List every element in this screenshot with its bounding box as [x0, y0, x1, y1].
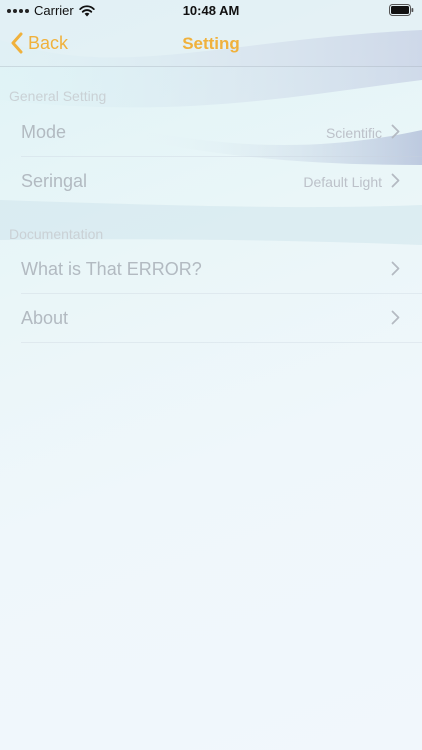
settings-row-about[interactable]: About: [0, 294, 422, 343]
chevron-right-icon: [391, 261, 400, 276]
section-header-label: Documentation: [9, 226, 104, 242]
row-value: Scientific: [325, 125, 382, 141]
section-header-general: General Setting: [0, 66, 422, 110]
settings-row-what-is-that-error[interactable]: What is That ERROR?: [0, 245, 422, 294]
settings-row-seringal[interactable]: Seringal Default Light: [0, 157, 422, 206]
chevron-right-icon: [391, 173, 400, 188]
row-label: Seringal: [21, 171, 88, 191]
row-label: About: [21, 308, 69, 328]
row-separator: [21, 342, 422, 343]
battery-icon: [389, 4, 414, 16]
status-time: 10:48 AM: [182, 3, 240, 18]
chevron-right-icon: [391, 310, 400, 325]
navigation-bar: Back Setting: [0, 22, 422, 67]
row-value: Default Light: [303, 174, 382, 190]
section-header-documentation: Documentation: [0, 204, 422, 248]
page-title: Setting: [182, 34, 240, 53]
settings-row-mode[interactable]: Mode Scientific: [0, 108, 422, 157]
section-header-label: General Setting: [9, 88, 107, 104]
row-label: What is That ERROR?: [21, 259, 202, 279]
status-bar: Carrier 10:48 AM: [0, 0, 422, 22]
row-label: Mode: [21, 122, 67, 142]
chevron-right-icon: [391, 124, 400, 139]
